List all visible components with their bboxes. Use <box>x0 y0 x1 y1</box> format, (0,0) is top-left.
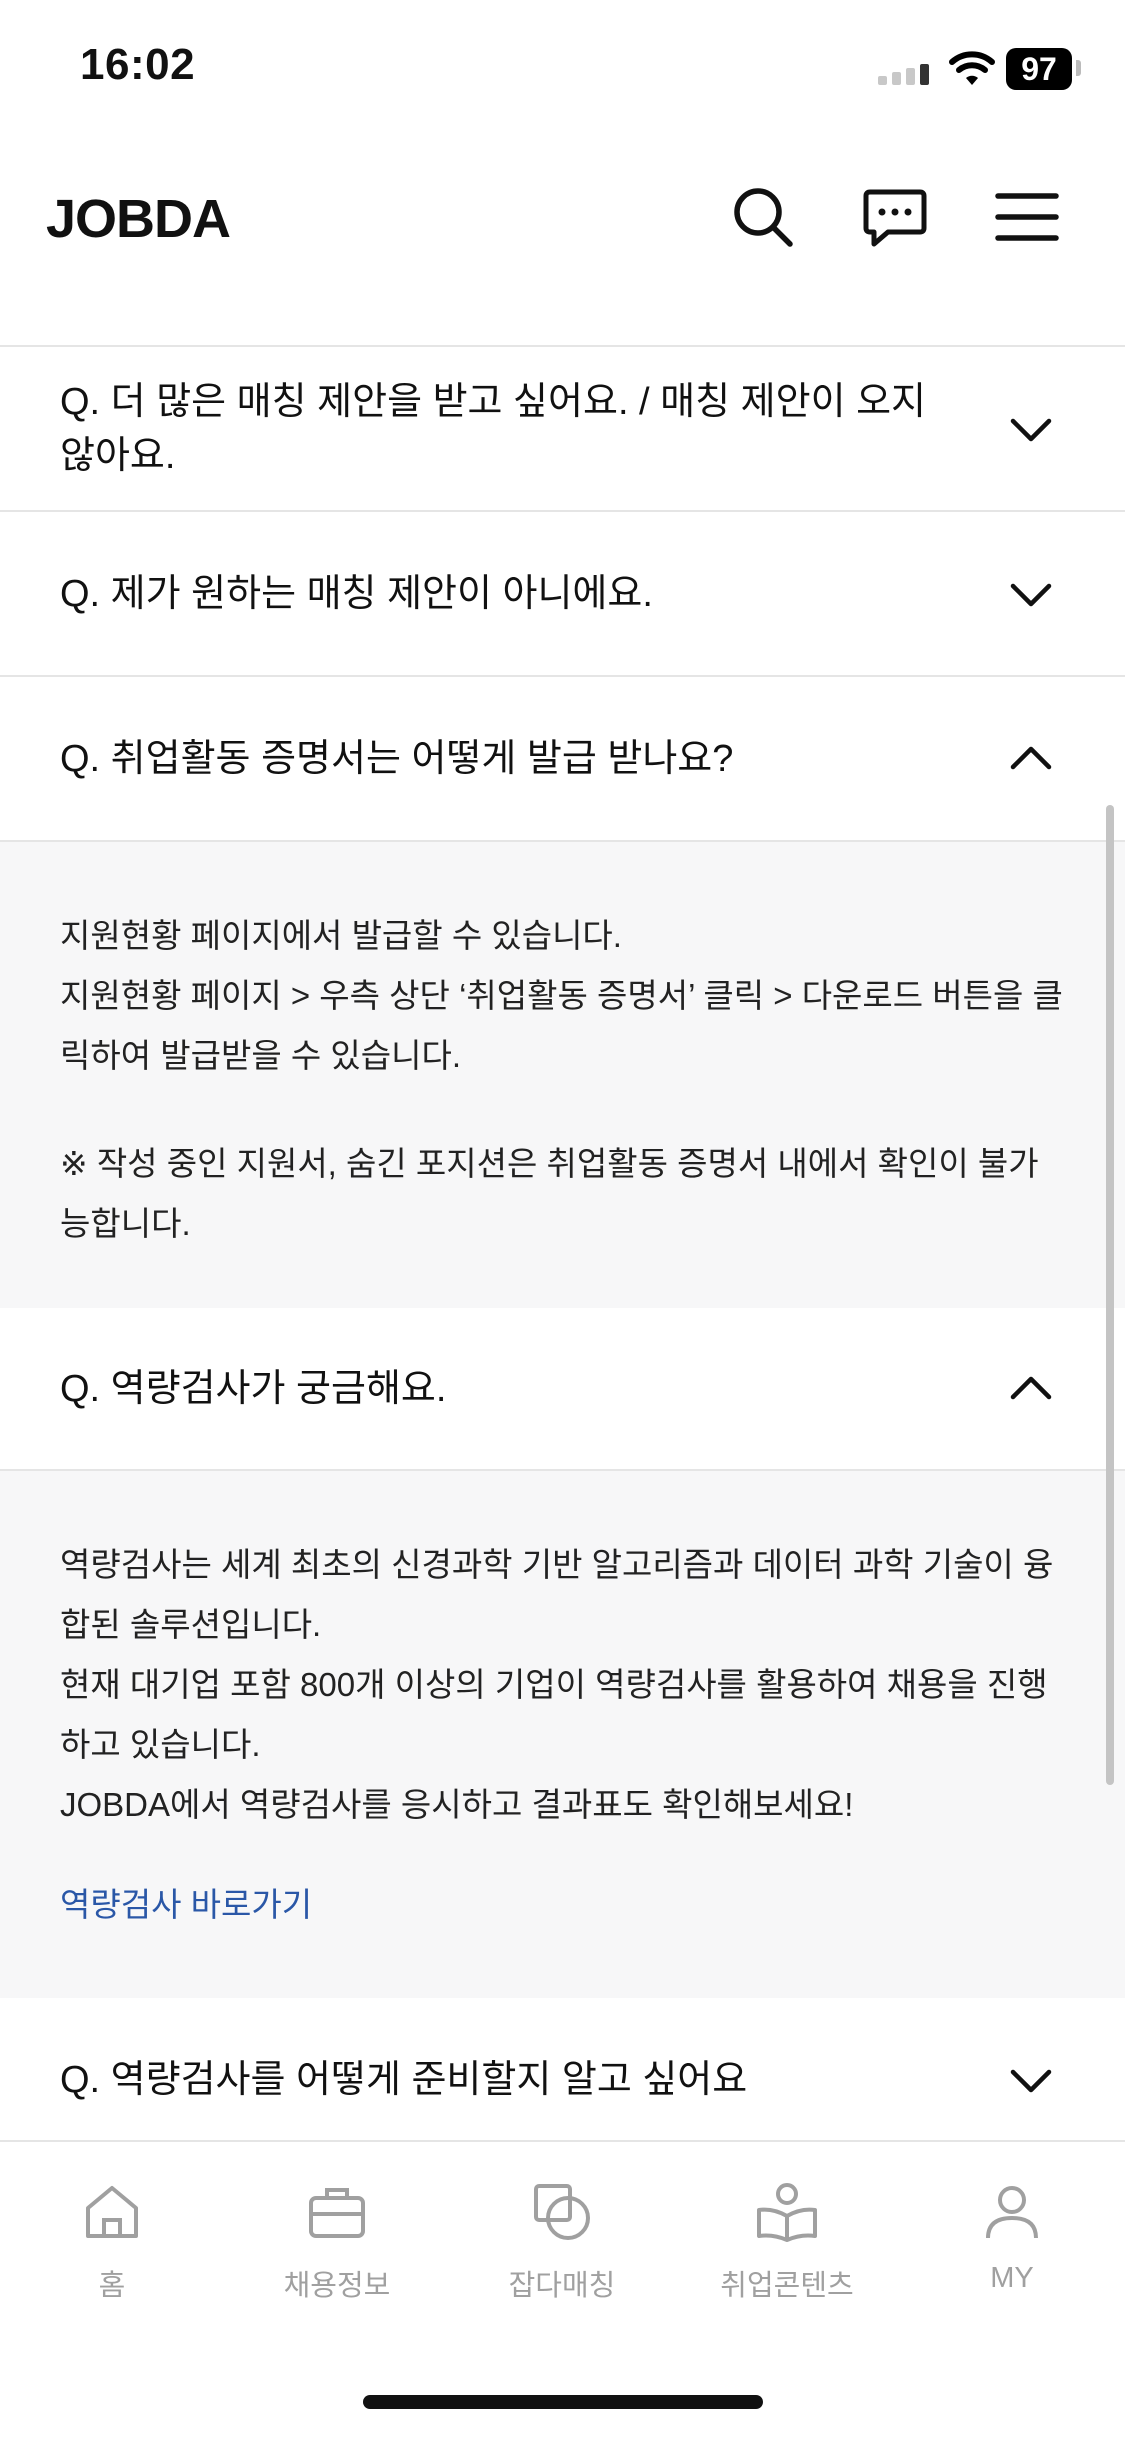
profile-icon <box>986 2186 1038 2239</box>
answer-note: ※ 작성 중인 지원서, 숨긴 포지션은 취업활동 증명서 내에서 확인이 불가… <box>60 1145 1039 1242</box>
content-icon <box>757 2183 817 2242</box>
faq-question-text: Q. 역량검사가 궁금해요. <box>60 1367 447 1410</box>
tab-label: MY <box>990 2262 1034 2294</box>
faq-question-3[interactable]: Q. 취업활동 증명서는 어떻게 발급 받나요? <box>0 677 1125 840</box>
jobda-logo[interactable]: JOBDA <box>46 188 231 250</box>
wifi-icon <box>949 51 995 85</box>
search-icon[interactable] <box>728 182 798 252</box>
faq-question-5[interactable]: Q. 역량검사를 어떻게 준비할지 알고 싶어요 <box>0 1998 1125 2161</box>
status-bar: 16:02 97 <box>0 0 1125 140</box>
faq-question-4[interactable]: Q. 역량검사가 궁금해요. <box>0 1308 1125 1469</box>
answer-line: JOBDA에서 역량검사를 응시하고 결과표도 확인해보세요! <box>60 1786 854 1823</box>
faq-answer-3: 지원현황 페이지에서 발급할 수 있습니다. 지원현황 페이지 > 우측 상단 … <box>0 842 1125 1308</box>
tab-my[interactable]: MY <box>912 2180 1112 2295</box>
tab-label: 홈 <box>98 2270 126 2302</box>
tab-label: 취업콘텐츠 <box>720 2270 854 2302</box>
chevron-down-icon <box>1010 2069 1052 2092</box>
battery-indicator: 97 <box>1006 48 1072 90</box>
answer-line: 지원현황 페이지에서 발급할 수 있습니다. <box>60 917 622 954</box>
chevron-down-icon <box>1010 418 1052 441</box>
scrollbar[interactable] <box>1106 805 1114 1785</box>
answer-line: 지원현황 페이지 > 우측 상단 ‘취업활동 증명서’ 클릭 > 다운로드 버튼… <box>60 977 1063 1074</box>
faq-question-2[interactable]: Q. 제가 원하는 매칭 제안이 아니에요. <box>0 512 1125 675</box>
status-time: 16:02 <box>80 40 196 89</box>
faq-question-text: Q. 취업활동 증명서는 어떻게 발급 받나요? <box>60 737 734 780</box>
faq-question-text: Q. 역량검사를 어떻게 준비할지 알고 싶어요 <box>60 2058 748 2101</box>
tab-label: 채용정보 <box>283 2270 391 2302</box>
tab-jobda-matching[interactable]: 잡다매칭 <box>462 2180 662 2304</box>
tab-job-info[interactable]: 채용정보 <box>237 2180 437 2304</box>
faq-question-1[interactable]: Q. 더 많은 매칭 제안을 받고 싶어요. / 매칭 제안이 오지 않아요. <box>0 347 1125 510</box>
tab-career-content[interactable]: 취업콘텐츠 <box>687 2180 887 2304</box>
matching-icon <box>534 2184 590 2240</box>
chevron-up-icon <box>1010 1376 1052 1399</box>
tab-home[interactable]: 홈 <box>12 2180 212 2304</box>
bottom-tab-bar: 홈 채용정보 잡다매칭 취업콘텐츠 MY <box>0 2140 1125 2438</box>
tab-label: 잡다매칭 <box>508 2270 616 2302</box>
answer-line: 현재 대기업 포함 800개 이상의 기업이 역량검사를 활용하여 채용을 진행… <box>60 1666 1048 1763</box>
chevron-up-icon <box>1010 746 1052 769</box>
cellular-signal-icon <box>878 64 929 85</box>
faq-question-text: Q. 제가 원하는 매칭 제안이 아니에요. <box>60 572 653 615</box>
faq-answer-4: 역량검사는 세계 최초의 신경과학 기반 알고리즘과 데이터 과학 기술이 융합… <box>0 1471 1125 1998</box>
home-icon <box>86 2186 138 2238</box>
app-header: JOBDA <box>0 140 1125 345</box>
briefcase-icon <box>309 2188 365 2238</box>
menu-icon[interactable] <box>992 182 1062 252</box>
faq-list: Q. 더 많은 매칭 제안을 받고 싶어요. / 매칭 제안이 오지 않아요. … <box>0 345 1125 2161</box>
faq-question-text: Q. 더 많은 매칭 제안을 받고 싶어요. / 매칭 제안이 오지 않아요. <box>60 380 927 477</box>
chat-icon[interactable] <box>860 182 930 252</box>
answer-line: 역량검사는 세계 최초의 신경과학 기반 알고리즘과 데이터 과학 기술이 융합… <box>60 1546 1054 1643</box>
aptitude-test-link[interactable]: 역량검사 바로가기 <box>60 1875 1065 1935</box>
battery-cap <box>1076 60 1081 76</box>
chevron-down-icon <box>1010 583 1052 606</box>
home-indicator <box>363 2395 763 2409</box>
